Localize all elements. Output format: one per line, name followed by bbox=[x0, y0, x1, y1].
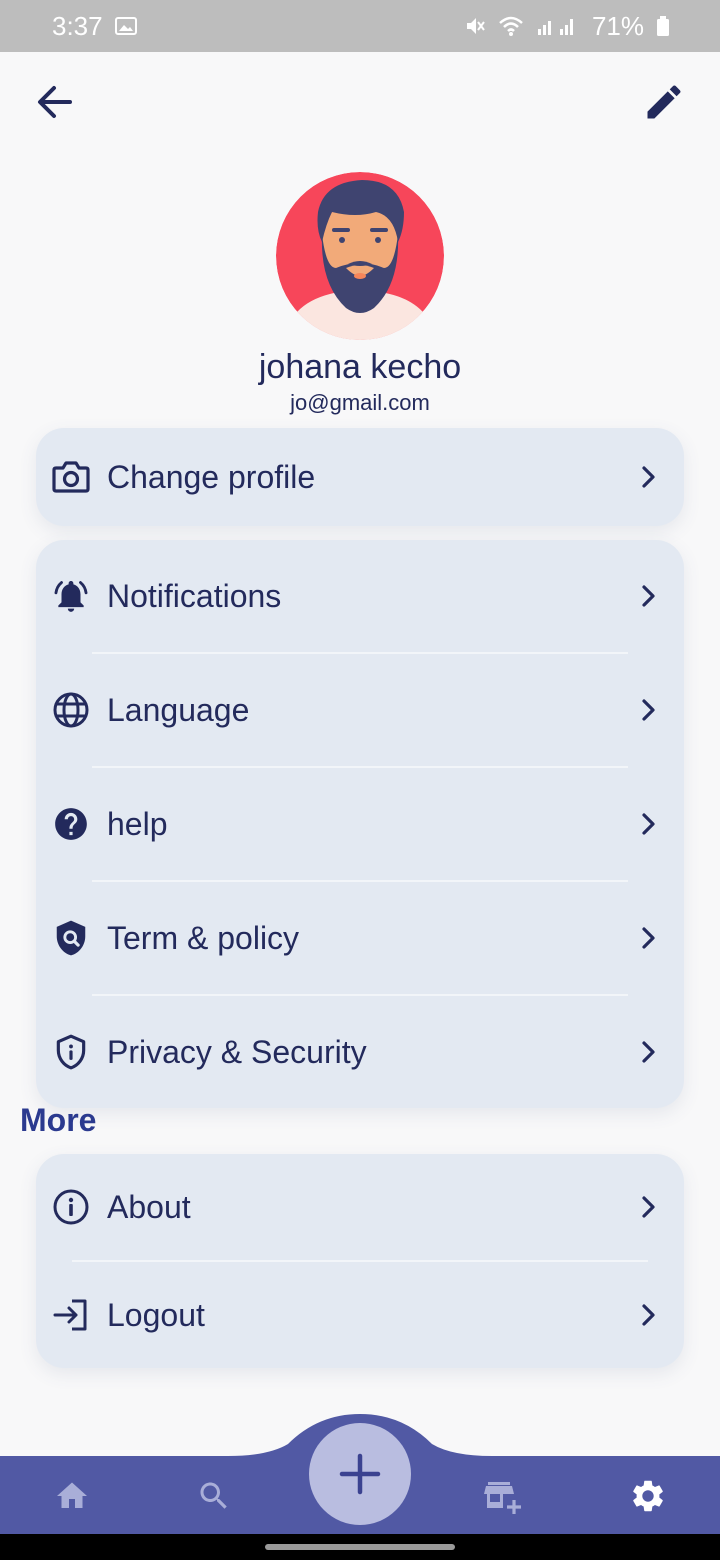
wifi-icon bbox=[499, 16, 523, 36]
chevron-right-icon bbox=[642, 1304, 655, 1326]
info-icon bbox=[52, 1188, 90, 1226]
add-icon bbox=[339, 1453, 381, 1495]
camera-icon bbox=[52, 458, 90, 496]
avatar bbox=[276, 172, 444, 340]
change-profile-card: Change profile bbox=[36, 428, 684, 526]
menu-item-language[interactable]: Language bbox=[36, 654, 684, 766]
search-icon bbox=[200, 1482, 227, 1509]
menu-item-label: Term & policy bbox=[107, 919, 300, 956]
nav-search[interactable] bbox=[192, 1474, 236, 1518]
menu-item-notifications[interactable]: Notifications bbox=[36, 540, 684, 652]
top-bar bbox=[0, 52, 720, 152]
profile-email: jo@gmail.com bbox=[290, 390, 430, 415]
chevron-right-icon bbox=[642, 585, 655, 607]
chevron-right-icon bbox=[642, 927, 655, 949]
store-add-icon bbox=[484, 1482, 521, 1514]
home-gesture-handle[interactable] bbox=[265, 1544, 455, 1550]
chevron-right-icon bbox=[642, 466, 655, 488]
signal-icon bbox=[537, 19, 573, 35]
shield-info-icon bbox=[52, 1033, 90, 1071]
menu-item-label: Notifications bbox=[107, 577, 282, 614]
nav-settings[interactable] bbox=[626, 1474, 670, 1518]
menu-item-privacy-security[interactable]: Privacy & Security bbox=[36, 996, 684, 1108]
avatar-illustration bbox=[276, 172, 444, 340]
menu-item-term-policy[interactable]: Term & policy bbox=[36, 882, 684, 994]
bell-icon bbox=[52, 577, 90, 615]
menu-item-about[interactable]: About bbox=[36, 1154, 684, 1260]
logout-icon bbox=[52, 1296, 90, 1334]
settings-card: Notifications Language help Term & polic… bbox=[36, 540, 684, 1108]
menu-item-label: Language bbox=[107, 691, 250, 728]
help-circle-icon bbox=[52, 805, 90, 843]
more-section-title: More bbox=[20, 1102, 97, 1138]
nav-home[interactable] bbox=[50, 1474, 94, 1518]
menu-item-label: Logout bbox=[107, 1296, 205, 1333]
arrow-left-icon bbox=[38, 86, 72, 118]
menu-item-label: Privacy & Security bbox=[107, 1033, 367, 1070]
nav-store-add[interactable] bbox=[480, 1474, 524, 1518]
shield-search-icon bbox=[52, 919, 90, 957]
image-icon bbox=[114, 17, 137, 35]
home-icon bbox=[57, 1482, 87, 1508]
battery-icon bbox=[657, 16, 669, 36]
menu-item-label: About bbox=[107, 1188, 191, 1225]
chevron-right-icon bbox=[642, 813, 655, 835]
menu-item-help[interactable]: help bbox=[36, 768, 684, 880]
add-button[interactable] bbox=[309, 1423, 411, 1525]
chevron-right-icon bbox=[642, 699, 655, 721]
menu-item-label: help bbox=[107, 805, 168, 842]
battery-percent: 71% bbox=[591, 10, 644, 41]
status-time: 3:37 bbox=[52, 10, 103, 41]
chevron-right-icon bbox=[642, 1196, 655, 1218]
menu-item-label: Change profile bbox=[107, 458, 316, 495]
chevron-right-icon bbox=[642, 1041, 655, 1063]
back-button[interactable] bbox=[30, 80, 80, 124]
more-card: About Logout bbox=[36, 1154, 684, 1368]
mute-icon bbox=[466, 18, 485, 34]
pencil-icon bbox=[647, 85, 681, 119]
edit-button[interactable] bbox=[642, 80, 686, 124]
menu-item-change-profile[interactable]: Change profile bbox=[36, 428, 684, 526]
globe-icon bbox=[52, 691, 90, 729]
status-bar: 3:37 71% bbox=[0, 0, 720, 52]
settings-icon bbox=[633, 1480, 663, 1512]
menu-item-logout[interactable]: Logout bbox=[36, 1262, 684, 1368]
profile-name: johana kecho bbox=[258, 348, 462, 386]
